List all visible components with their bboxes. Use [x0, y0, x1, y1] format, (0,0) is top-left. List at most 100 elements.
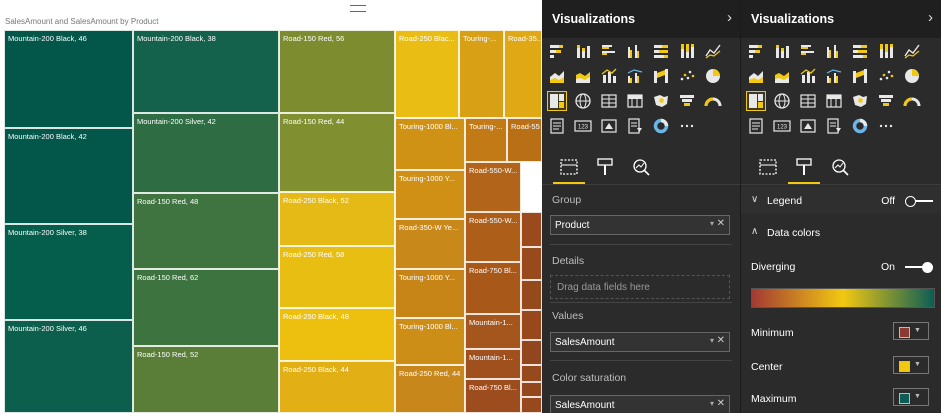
treemap-tile[interactable]: Road-750 Bl... — [465, 262, 521, 314]
filled-map-icon[interactable] — [652, 92, 670, 110]
treemap-tile[interactable] — [521, 212, 542, 247]
stacked-column-icon[interactable] — [773, 42, 791, 60]
ribbon-chart-icon[interactable] — [851, 67, 869, 85]
analytics-tab-icon[interactable] — [630, 156, 652, 178]
area-chart-icon[interactable] — [747, 67, 765, 85]
100-bar-icon[interactable] — [851, 42, 869, 60]
collapse-chevron-icon[interactable]: › — [727, 9, 732, 26]
treemap-tile[interactable]: Road-250 Black, 48 — [279, 308, 395, 361]
treemap-tile[interactable]: Road-35... — [504, 30, 542, 118]
analytics-tab-icon[interactable] — [829, 156, 851, 178]
more-icon[interactable] — [678, 117, 696, 135]
chevron-down-icon[interactable]: ∨ — [751, 194, 758, 205]
clustered-column-icon[interactable] — [626, 42, 644, 60]
treemap-tile[interactable]: Road-750 Bl... — [465, 379, 521, 413]
treemap-tile[interactable]: Road-250 Black, 52 — [279, 192, 395, 246]
legend-section-row[interactable]: ∨ Legend Off — [741, 186, 941, 214]
stacked-area-icon[interactable] — [574, 67, 592, 85]
scatter-icon[interactable] — [678, 67, 696, 85]
card-icon[interactable]: 123 — [773, 117, 791, 135]
map-icon[interactable] — [773, 92, 791, 110]
color-saturation-field-well[interactable]: SalesAmount ▾ ✕ — [550, 395, 730, 413]
clustered-bar-icon[interactable] — [799, 42, 817, 60]
line-chart-icon[interactable] — [903, 42, 921, 60]
treemap-tile[interactable]: Touring-1000 Bl... — [395, 318, 465, 365]
treemap-tile[interactable]: Road-550-W... — [465, 212, 521, 262]
remove-field-icon[interactable]: ✕ — [717, 398, 725, 409]
pie-chart-icon[interactable] — [903, 67, 921, 85]
gauge-icon[interactable] — [704, 92, 722, 110]
treemap-tile[interactable]: Mountain-200 Silver, 42 — [133, 113, 279, 193]
clustered-column-icon[interactable] — [825, 42, 843, 60]
clustered-bar-icon[interactable] — [600, 42, 618, 60]
treemap-tile[interactable]: Road-150 Red, 44 — [279, 113, 395, 192]
treemap-tile[interactable]: Road-55 — [507, 118, 542, 162]
treemap-tile[interactable]: Mountain-200 Black, 46 — [4, 30, 133, 128]
legend-toggle[interactable] — [905, 196, 933, 207]
gauge-icon[interactable] — [903, 92, 921, 110]
chevron-up-icon[interactable]: ∧ — [751, 226, 758, 237]
table-icon[interactable] — [799, 92, 817, 110]
treemap-tile[interactable]: Road-150 Red, 56 — [279, 30, 395, 113]
area-chart-icon[interactable] — [548, 67, 566, 85]
ribbon-chart-icon[interactable] — [652, 67, 670, 85]
more-icon[interactable] — [877, 117, 895, 135]
treemap-tile[interactable]: Mountain-200 Silver, 46 — [4, 320, 133, 413]
treemap-tile[interactable]: Road-150 Red, 62 — [133, 269, 279, 346]
treemap-tile[interactable]: Mountain-1... — [465, 349, 521, 379]
matrix-icon[interactable] — [626, 92, 644, 110]
chevron-down-icon[interactable]: ▾ — [710, 336, 714, 345]
kpi-icon[interactable] — [799, 117, 817, 135]
line-clustered-icon[interactable] — [626, 67, 644, 85]
treemap-tile[interactable] — [521, 247, 542, 280]
treemap-tile[interactable] — [521, 397, 542, 413]
treemap-tile[interactable]: Road-250 Red, 44 — [395, 365, 465, 413]
stacked-bar-icon[interactable] — [747, 42, 765, 60]
treemap-tile[interactable]: Touring-... — [459, 30, 504, 118]
treemap-tile[interactable] — [521, 310, 542, 340]
line-column-icon[interactable] — [799, 67, 817, 85]
multirow-card-icon[interactable] — [548, 117, 566, 135]
format-tab-icon[interactable] — [594, 156, 616, 178]
treemap-tile[interactable]: Mountain-1... — [465, 314, 521, 349]
kpi-icon[interactable] — [600, 117, 618, 135]
treemap-tile[interactable]: Road-250 Blac... — [395, 30, 459, 118]
pie-chart-icon[interactable] — [704, 67, 722, 85]
fields-tab-icon[interactable] — [757, 156, 779, 178]
treemap-tile[interactable] — [521, 280, 542, 310]
treemap-tile[interactable]: Road-350-W Ye... — [395, 219, 465, 269]
treemap-tile[interactable]: Touring-1000 Y... — [395, 269, 465, 318]
treemap-tile[interactable]: Road-250 Red, 58 — [279, 246, 395, 308]
treemap-tile[interactable] — [521, 340, 542, 365]
treemap-tile[interactable]: Mountain-200 Black, 42 — [4, 128, 133, 224]
values-field-well[interactable]: SalesAmount ▾ ✕ — [550, 332, 730, 352]
stacked-bar-icon[interactable] — [548, 42, 566, 60]
line-chart-icon[interactable] — [704, 42, 722, 60]
card-icon[interactable]: 123 — [574, 117, 592, 135]
treemap-tile[interactable]: Road-550-W... — [465, 162, 521, 212]
100-column-icon[interactable] — [877, 42, 895, 60]
slicer-icon[interactable] — [626, 117, 644, 135]
stacked-area-icon[interactable] — [773, 67, 791, 85]
filled-map-icon[interactable] — [851, 92, 869, 110]
treemap-tile[interactable] — [521, 382, 542, 397]
line-clustered-icon[interactable] — [825, 67, 843, 85]
treemap-tile[interactable]: Touring-... — [465, 118, 507, 162]
scatter-icon[interactable] — [877, 67, 895, 85]
treemap-tile[interactable]: Road-150 Red, 52 — [133, 346, 279, 413]
group-field-well[interactable]: Product ▾ ✕ — [550, 215, 730, 235]
visual-drag-handle[interactable] — [350, 3, 366, 13]
matrix-icon[interactable] — [825, 92, 843, 110]
slicer-icon[interactable] — [825, 117, 843, 135]
maximum-color-picker[interactable]: ▼ — [893, 388, 929, 406]
chevron-down-icon[interactable]: ▾ — [710, 399, 714, 408]
treemap-tile[interactable]: Mountain-200 Silver, 38 — [4, 224, 133, 320]
diverging-toggle[interactable] — [905, 262, 933, 273]
treemap-visual[interactable]: Mountain-200 Black, 46 Mountain-200 Black… — [4, 30, 542, 413]
fields-tab-icon[interactable] — [553, 156, 585, 184]
100-bar-icon[interactable] — [652, 42, 670, 60]
remove-field-icon[interactable]: ✕ — [717, 218, 725, 229]
treemap-icon[interactable] — [746, 91, 766, 111]
format-tab-icon[interactable] — [788, 156, 820, 184]
remove-field-icon[interactable]: ✕ — [717, 335, 725, 346]
